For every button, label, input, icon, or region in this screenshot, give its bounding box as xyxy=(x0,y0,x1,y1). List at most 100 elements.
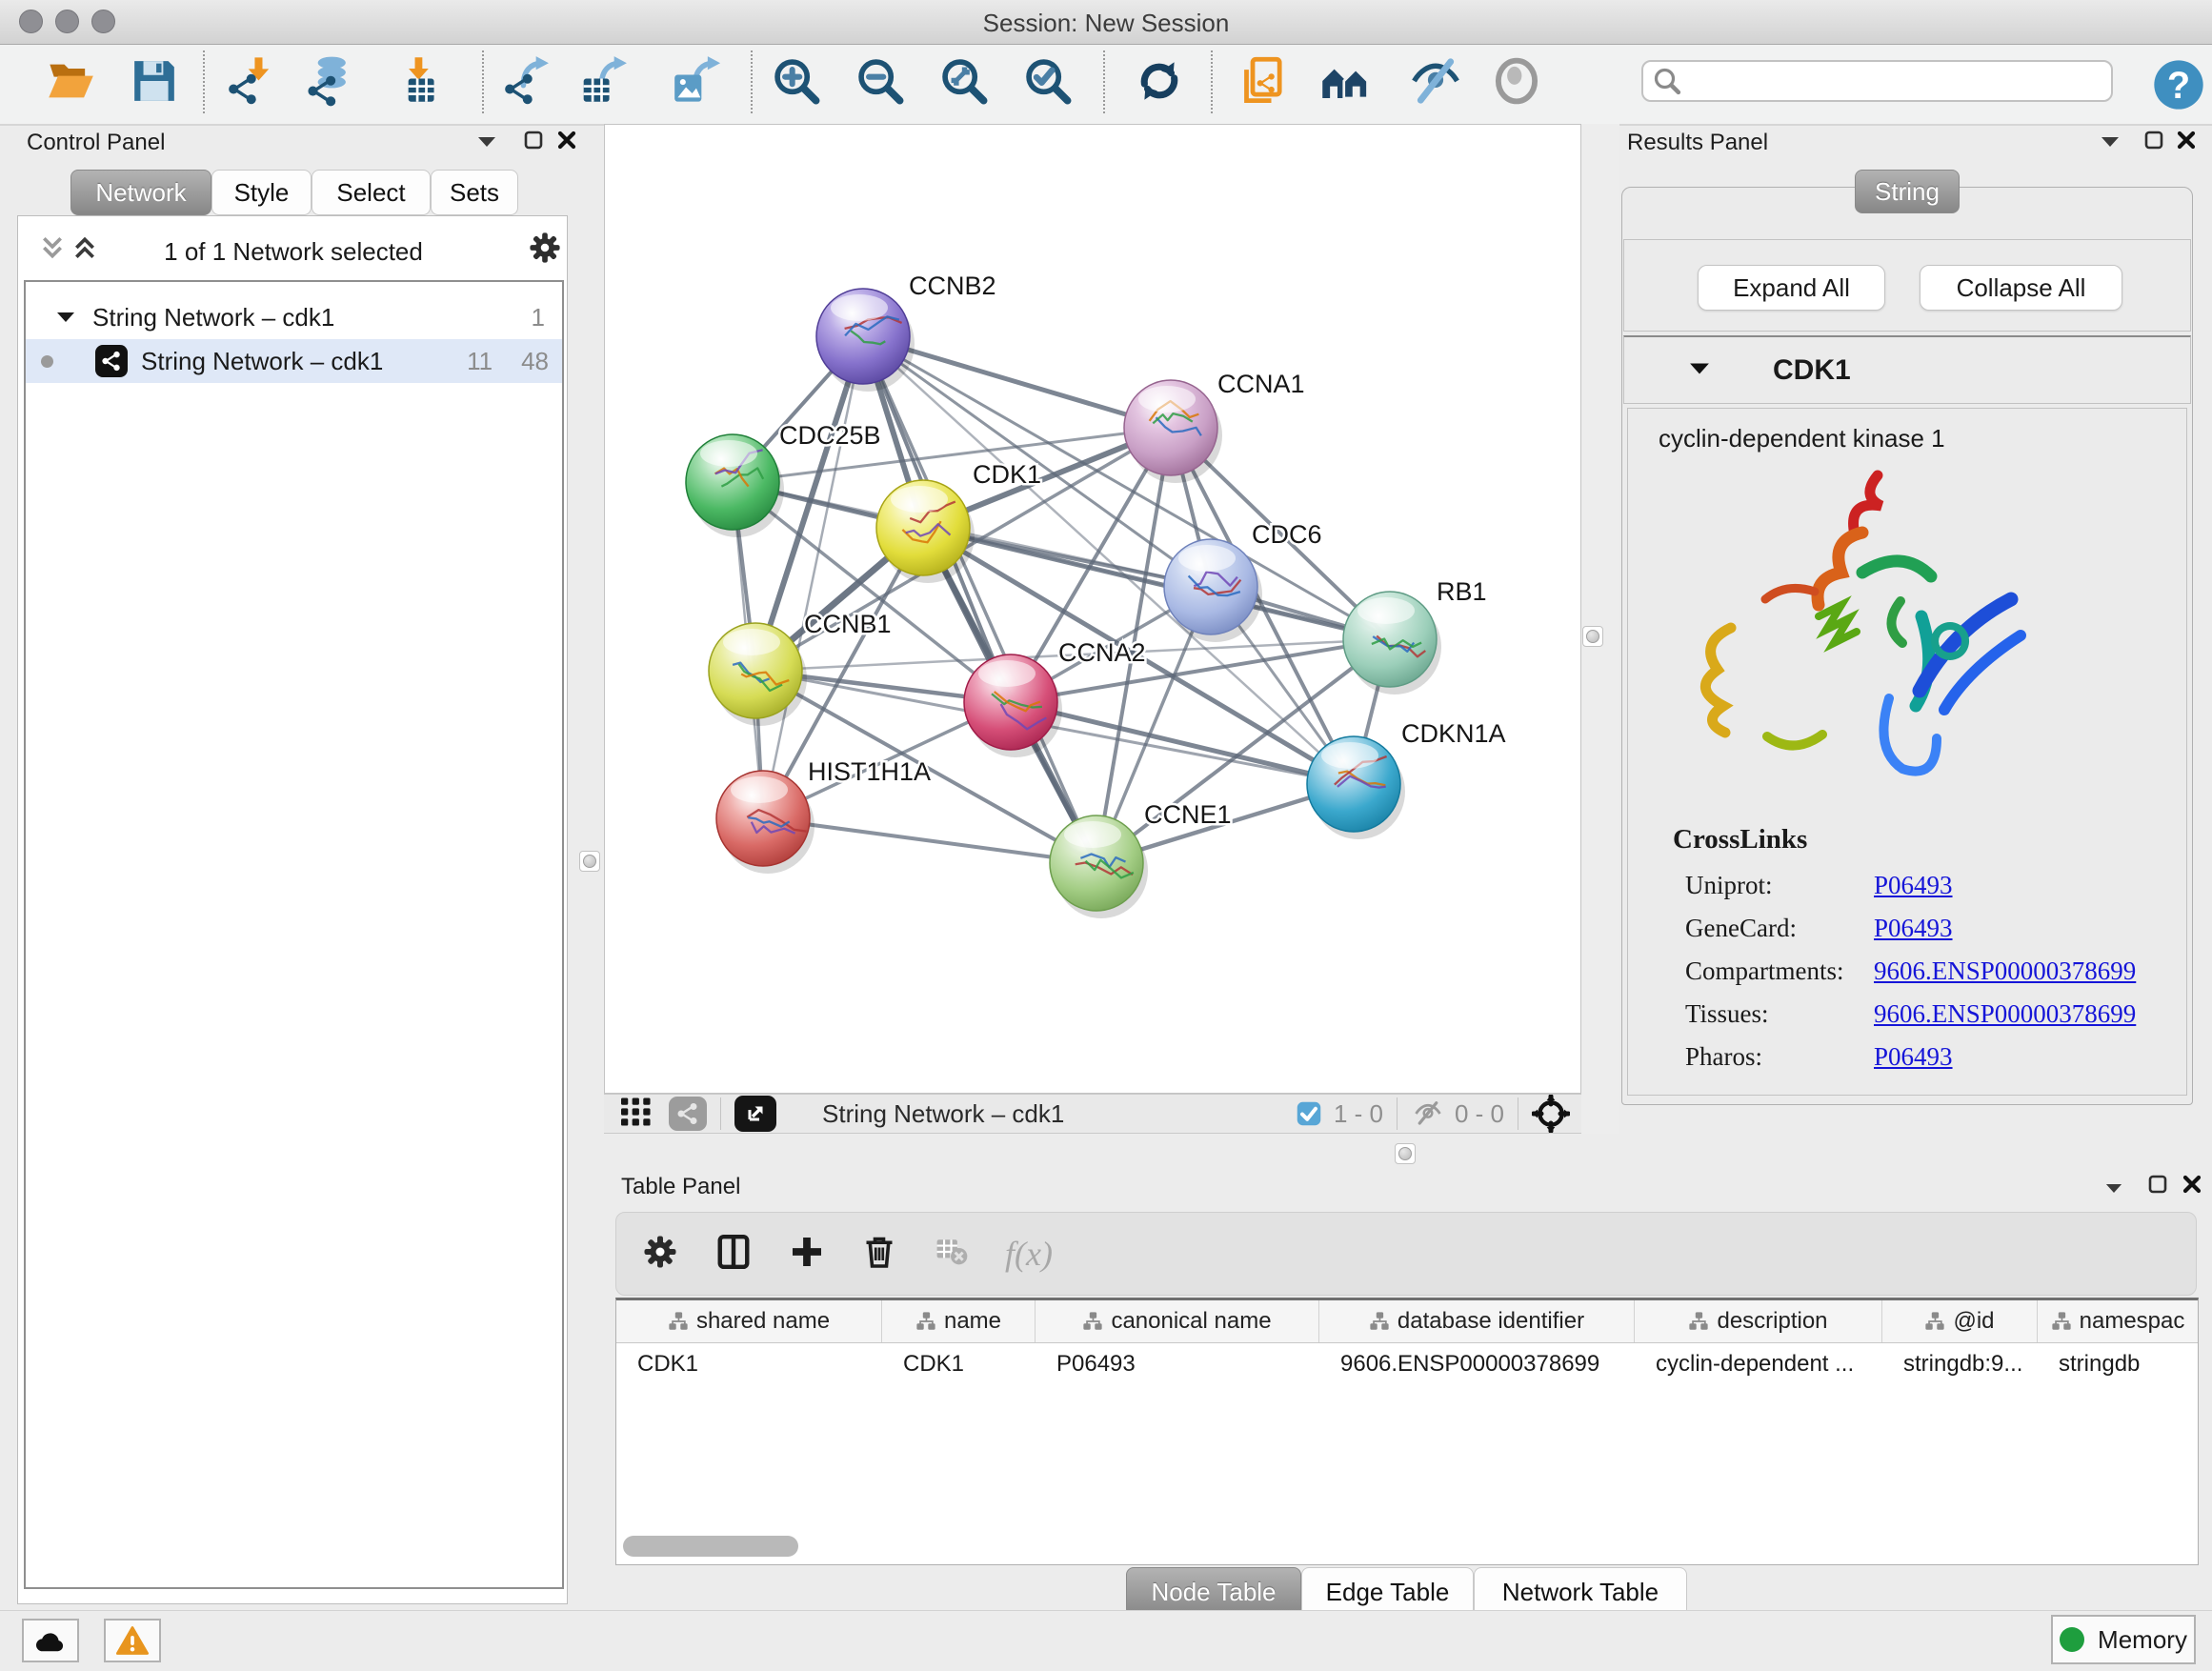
network-node-CDK1[interactable] xyxy=(876,480,975,583)
bottom-splitter-grip[interactable] xyxy=(1395,1143,1416,1164)
crosshair-icon[interactable] xyxy=(1532,1095,1570,1133)
network-node-CCNE1[interactable] xyxy=(1050,815,1148,918)
cell-shared-name[interactable]: CDK1 xyxy=(616,1351,882,1378)
export-table-button[interactable] xyxy=(579,54,633,108)
tree-expand-icon[interactable] xyxy=(56,311,75,324)
search-input[interactable] xyxy=(1681,67,2085,95)
open-session-button[interactable] xyxy=(44,54,97,108)
column-header-canonical-name[interactable]: canonical name xyxy=(1036,1300,1319,1342)
clone-network-button[interactable] xyxy=(1238,54,1292,108)
show-all-networks-button[interactable] xyxy=(1319,54,1373,108)
column-type-icon xyxy=(1369,1311,1390,1332)
right-splitter-grip[interactable] xyxy=(1582,626,1603,647)
table-row[interactable]: CDK1 CDK1 P06493 9606.ENSP00000378699 cy… xyxy=(616,1343,2198,1385)
export-image-button[interactable] xyxy=(671,54,724,108)
application-window: Session: New Session xyxy=(0,0,2212,1671)
network-node-CCNA1[interactable] xyxy=(1124,380,1222,483)
network-node-CCNB2[interactable] xyxy=(816,289,915,392)
birdseye-view-button[interactable] xyxy=(619,1097,654,1132)
horizontal-scrollbar-thumb[interactable] xyxy=(623,1536,798,1557)
collapse-entry-icon[interactable] xyxy=(1689,362,1710,375)
crosslink-uniprot[interactable]: P06493 xyxy=(1874,871,1953,900)
entry-description: cyclin-dependent kinase 1 xyxy=(1659,424,1945,453)
network-row-selected[interactable]: String Network – cdk1 11 48 xyxy=(26,339,562,383)
zoom-in-button[interactable] xyxy=(770,54,823,108)
collapse-all-button[interactable]: Collapse All xyxy=(1920,265,2122,311)
crosslink-genecard[interactable]: P06493 xyxy=(1874,914,1953,943)
cell-namespace[interactable]: stringdb xyxy=(2038,1351,2198,1378)
column-header-id[interactable]: @id xyxy=(1882,1300,2038,1342)
network-node-CDC25B[interactable] xyxy=(686,434,784,537)
close-panel-button[interactable] xyxy=(2178,1172,2206,1197)
apply-layout-button[interactable] xyxy=(1133,54,1186,108)
warnings-button[interactable] xyxy=(104,1619,161,1662)
zoom-selected-button[interactable] xyxy=(1021,54,1075,108)
maximize-panel-button[interactable] xyxy=(2140,128,2168,152)
trash-icon xyxy=(862,1233,896,1271)
import-table-button[interactable] xyxy=(392,54,445,108)
result-entry-header[interactable]: CDK1 xyxy=(1623,335,2191,404)
close-panel-button[interactable] xyxy=(2172,128,2201,152)
network-node-CCNA2[interactable] xyxy=(964,654,1062,757)
import-network-from-database-button[interactable] xyxy=(303,54,356,108)
network-node-HIST1H1A[interactable] xyxy=(716,771,814,874)
column-header-shared-name[interactable]: shared name xyxy=(616,1300,882,1342)
network-collection-row[interactable]: String Network – cdk1 1 xyxy=(26,295,562,339)
node-label-CDC6: CDC6 xyxy=(1252,520,1322,549)
tab-string[interactable]: String xyxy=(1855,170,1960,213)
crosslink-compartments[interactable]: 9606.ENSP00000378699 xyxy=(1874,956,2136,986)
network-node-CDKN1A[interactable] xyxy=(1307,736,1405,839)
cell-name[interactable]: CDK1 xyxy=(882,1351,1036,1378)
crosslink-pharos[interactable]: P06493 xyxy=(1874,1042,1953,1072)
delete-column-button[interactable] xyxy=(862,1233,896,1276)
show-hidden-button[interactable] xyxy=(1490,54,1543,108)
cell-description[interactable]: cyclin-dependent ... xyxy=(1635,1351,1882,1378)
cell-id[interactable]: stringdb:9... xyxy=(1882,1351,2038,1378)
hide-selected-button[interactable] xyxy=(1409,54,1462,108)
cell-database-identifier[interactable]: 9606.ENSP00000378699 xyxy=(1319,1351,1635,1378)
network-graph[interactable]: CCNB2CCNA1CDC25BCDK1CDC6RB1CCNB1CCNA2CDK… xyxy=(605,125,1580,1093)
column-header-name[interactable]: name xyxy=(882,1300,1036,1342)
column-header-namespace[interactable]: namespac xyxy=(2038,1300,2198,1342)
network-edge[interactable] xyxy=(763,336,863,818)
network-options-button[interactable] xyxy=(529,232,561,269)
network-node-RB1[interactable] xyxy=(1343,592,1441,695)
selected-nodes-checkbox-icon[interactable] xyxy=(1296,1100,1322,1127)
expand-all-button[interactable]: Expand All xyxy=(1698,265,1885,311)
tab-select[interactable]: Select xyxy=(312,170,431,215)
show-columns-button[interactable] xyxy=(715,1233,752,1276)
help-icon: ? xyxy=(2152,58,2205,111)
open-in-window-button[interactable] xyxy=(734,1096,776,1132)
network-canvas[interactable]: CCNB2CCNA1CDC25BCDK1CDC6RB1CCNB1CCNA2CDK… xyxy=(604,124,1581,1094)
save-session-button[interactable] xyxy=(128,54,181,108)
crosslink-tissues[interactable]: 9606.ENSP00000378699 xyxy=(1874,999,2136,1029)
network-node-CDC6[interactable] xyxy=(1164,539,1262,642)
table-options-button[interactable] xyxy=(643,1235,677,1274)
memory-button[interactable]: Memory xyxy=(2051,1615,2196,1664)
cloud-status-button[interactable] xyxy=(22,1619,79,1662)
function-builder-button[interactable]: f(x) xyxy=(1005,1234,1053,1274)
maximize-panel-button[interactable] xyxy=(519,128,548,152)
search-box[interactable] xyxy=(1641,60,2113,102)
column-header-description[interactable]: description xyxy=(1635,1300,1882,1342)
zoom-out-button[interactable] xyxy=(854,54,907,108)
square-icon xyxy=(524,131,543,150)
float-panel-button[interactable] xyxy=(2096,130,2124,154)
import-network-button[interactable] xyxy=(225,54,278,108)
maximize-panel-button[interactable] xyxy=(2143,1172,2172,1197)
tab-style[interactable]: Style xyxy=(211,170,312,215)
left-splitter-grip[interactable] xyxy=(579,851,600,872)
close-panel-button[interactable] xyxy=(553,128,581,152)
tab-network[interactable]: Network xyxy=(70,170,211,215)
export-network-button[interactable] xyxy=(501,54,554,108)
float-panel-button[interactable] xyxy=(2100,1176,2128,1200)
zoom-fit-button[interactable] xyxy=(937,54,991,108)
diagonal-arrow-icon xyxy=(744,1102,767,1125)
float-panel-button[interactable] xyxy=(473,130,501,154)
help-button[interactable]: ? xyxy=(2152,58,2205,116)
tab-sets[interactable]: Sets xyxy=(431,170,518,215)
delete-table-button[interactable] xyxy=(933,1237,969,1272)
column-header-database-identifier[interactable]: database identifier xyxy=(1319,1300,1635,1342)
create-column-button[interactable] xyxy=(790,1235,824,1274)
cell-canonical-name[interactable]: P06493 xyxy=(1036,1351,1319,1378)
